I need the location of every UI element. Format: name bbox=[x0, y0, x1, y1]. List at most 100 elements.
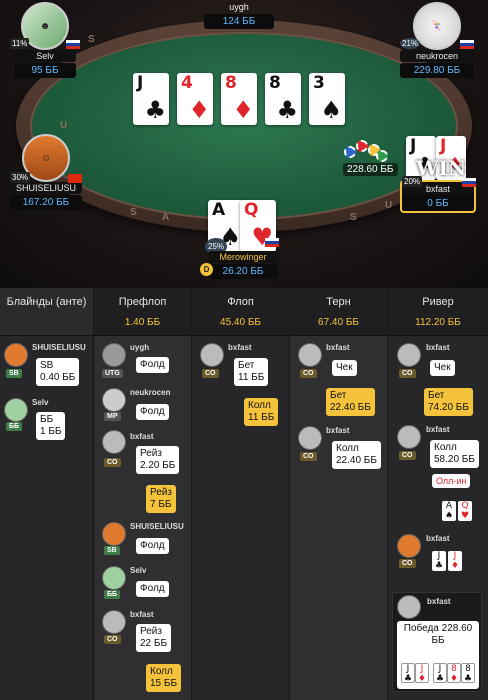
player-name: bxfast bbox=[130, 432, 154, 441]
player-stack: 124 ББ bbox=[204, 14, 274, 29]
pot-chips bbox=[344, 136, 390, 164]
flag-ru-icon bbox=[66, 40, 80, 49]
action-bubble: Фолд bbox=[136, 538, 169, 554]
avatar bbox=[102, 388, 126, 412]
avatar bbox=[397, 595, 421, 619]
flag-si-icon bbox=[460, 40, 474, 49]
mini-card-a-spade: A ♠ bbox=[442, 501, 456, 521]
action-bubble: Чек bbox=[332, 360, 357, 376]
avatar bbox=[397, 343, 421, 367]
flag-ru-icon bbox=[265, 238, 279, 247]
equity-badge: 11% bbox=[10, 38, 30, 49]
col-header: Терн 67.40 ББ bbox=[290, 288, 387, 336]
action-bubble: SB 0.40 ББ bbox=[36, 358, 80, 386]
player-name: Merowinger bbox=[208, 251, 278, 263]
action-bubble: Колл 11 ББ bbox=[244, 398, 279, 426]
poker-table-area: S U S A S U J ♣ 4 ♦ 8 ♦ 8 ♣ 3 ♠ 228.60 ББ uyg… bbox=[0, 0, 488, 288]
avatar bbox=[102, 566, 126, 590]
board-card-2: 4 ♦ bbox=[177, 73, 213, 125]
flag-ru-icon bbox=[462, 178, 476, 187]
position-badge: SB bbox=[6, 369, 22, 378]
mini-card-q-heart: Q ♥ bbox=[458, 501, 472, 521]
win-badge: WIN bbox=[416, 156, 467, 180]
action-bubble: Фолд bbox=[136, 357, 169, 373]
board-card-3: 8 ♦ bbox=[221, 73, 257, 125]
player-name: neukrocen bbox=[400, 50, 474, 62]
avatar bbox=[4, 398, 28, 422]
player-name: bxfast bbox=[228, 343, 252, 352]
action-bubble: Колл 15 ББ bbox=[146, 664, 182, 692]
mini-card-j-diamond: J ♦ bbox=[448, 551, 462, 571]
player-seat-selv[interactable]: ☻ Selv 95 ББ 11% bbox=[10, 2, 80, 78]
pot-amount: 228.60 ББ bbox=[343, 163, 398, 176]
player-name: bxfast bbox=[426, 425, 450, 434]
action-bubble: Фолд bbox=[136, 581, 169, 597]
player-stack: 0 ББ bbox=[402, 196, 474, 211]
player-name: Selv bbox=[130, 566, 147, 575]
position-badge: CO bbox=[300, 369, 317, 378]
action-bubble: Рейз 2.20 ББ bbox=[136, 446, 180, 474]
allin-badge: Олл-ин bbox=[432, 474, 471, 488]
action-bubble: Бет 74.20 ББ bbox=[424, 388, 473, 416]
equity-badge: 30% bbox=[10, 172, 31, 183]
equity-badge: 21% bbox=[400, 38, 421, 49]
player-stack: 26.20 ББ bbox=[208, 264, 278, 279]
board-card-4: 8 ♣ bbox=[265, 73, 301, 125]
avatar bbox=[397, 534, 421, 558]
player-name: bxfast bbox=[427, 597, 451, 606]
avatar bbox=[200, 343, 224, 367]
col-header: Ривер 112.20 ББ bbox=[388, 288, 488, 336]
avatar bbox=[102, 610, 126, 634]
position-badge: CO bbox=[202, 369, 219, 378]
player-name: Selv bbox=[32, 398, 49, 407]
equity-badge: 20% bbox=[402, 176, 423, 187]
position-badge: CO bbox=[104, 635, 121, 644]
player-seat-uygh[interactable]: uygh 124 ББ bbox=[204, 0, 274, 29]
position-badge: CO bbox=[300, 452, 317, 461]
position-badge: UTG bbox=[102, 369, 123, 378]
mini-card-j-club: J ♣ bbox=[432, 551, 446, 571]
win-summary: bxfast Победа 228.60 ББ J ♣ J ♦ J ♣ 8 ♦ 8 ♣ bbox=[392, 592, 482, 692]
player-seat-shuiseliusu[interactable]: ☺ SHUISELIUSU 167.20 ББ 30% bbox=[10, 134, 82, 210]
player-name: SHUISELIUSU bbox=[32, 343, 86, 352]
position-badge: SB bbox=[104, 546, 120, 555]
player-seat-bxfast[interactable]: bxfast 0 ББ 20% bbox=[400, 176, 476, 213]
position-badge: CO bbox=[399, 369, 416, 378]
action-bubble: ББ 1 ББ bbox=[36, 412, 66, 440]
player-name: bxfast bbox=[426, 343, 450, 352]
avatar bbox=[298, 426, 322, 450]
position-badge: CO bbox=[399, 451, 416, 460]
player-name: Selv bbox=[14, 50, 76, 62]
avatar bbox=[397, 425, 421, 449]
position-badge: CO bbox=[104, 458, 121, 467]
player-name: bxfast bbox=[326, 426, 350, 435]
action-bubble: Колл 22.40 ББ bbox=[332, 441, 381, 469]
board-card-1: J ♣ bbox=[133, 73, 169, 125]
action-bubble: Бет 11 ББ bbox=[234, 358, 269, 386]
player-name: bxfast bbox=[426, 534, 450, 543]
dealer-button-icon: D bbox=[200, 263, 213, 276]
player-stack: 167.20 ББ bbox=[10, 195, 82, 210]
col-header: Префлоп 1.40 ББ bbox=[94, 288, 191, 336]
player-name: uygh bbox=[130, 343, 150, 352]
player-seat-merowinger[interactable]: Merowinger 26.20 ББ bbox=[208, 250, 278, 279]
avatar bbox=[298, 343, 322, 367]
flag-cn-icon bbox=[68, 174, 82, 183]
player-name: neukrocen bbox=[130, 388, 171, 397]
player-seat-neukrocen[interactable]: 🃏 neukrocen 229.80 ББ 21% bbox=[400, 2, 474, 78]
position-badge: ББ bbox=[104, 590, 121, 599]
player-name: uygh bbox=[229, 2, 249, 12]
col-header: Флоп 45.40 ББ bbox=[192, 288, 289, 336]
action-bubble: Чек bbox=[430, 360, 455, 376]
avatar bbox=[4, 343, 28, 367]
avatar: 🃏 bbox=[413, 2, 461, 50]
player-stack: 229.80 ББ bbox=[400, 63, 474, 78]
player-name: bxfast bbox=[130, 610, 154, 619]
position-badge: MP bbox=[104, 412, 121, 421]
mini-card-8-club: 8 ♣ bbox=[461, 663, 475, 684]
action-bubble: Рейз 7 ББ bbox=[146, 485, 176, 513]
mini-card-8-diamond: 8 ♦ bbox=[447, 663, 461, 684]
action-bubble: Рейз 22 ББ bbox=[136, 624, 172, 652]
mini-card-j-club: J ♣ bbox=[433, 663, 447, 684]
mini-card-j-diamond: J ♦ bbox=[415, 663, 429, 684]
